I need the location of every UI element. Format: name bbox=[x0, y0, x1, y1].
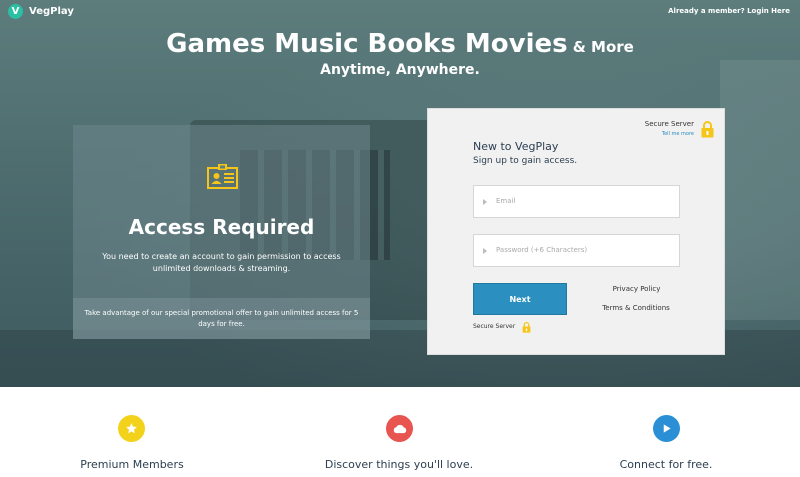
lock-icon bbox=[701, 121, 714, 138]
login-link[interactable]: Already a member? Login Here bbox=[668, 7, 790, 15]
brand-logo[interactable]: V VegPlay bbox=[8, 4, 74, 19]
lock-icon bbox=[522, 322, 531, 333]
headline-more: & More bbox=[572, 38, 634, 56]
play-icon bbox=[653, 415, 680, 442]
feature-premium-members: Premium Members bbox=[80, 458, 184, 471]
access-title: Access Required bbox=[128, 215, 315, 239]
signup-subtitle: Sign up to gain access. bbox=[473, 156, 578, 166]
signup-form: Secure Server Tell me more New to VegPla… bbox=[427, 108, 725, 355]
features-section: Premium Members Discover things you'll l… bbox=[0, 387, 800, 477]
hero-headline: Games Music Books Movies & More bbox=[0, 29, 800, 59]
hero-section: V VegPlay Already a member? Login Here G… bbox=[0, 0, 800, 387]
hero-subline: Anytime, Anywhere. bbox=[320, 62, 480, 78]
access-required-panel: Access Required You need to create an ac… bbox=[73, 125, 370, 339]
email-field[interactable]: Email bbox=[473, 185, 680, 218]
feature-connect: Connect for free. bbox=[619, 458, 713, 471]
password-placeholder: Password (+6 Characters) bbox=[496, 246, 588, 254]
terms-link[interactable]: Terms & Conditions bbox=[596, 304, 676, 312]
feature-discover: Discover things you'll love. bbox=[324, 458, 474, 471]
signup-title: New to VegPlay bbox=[473, 140, 559, 153]
secure-server-badge: Secure Server Tell me more bbox=[645, 120, 694, 137]
next-button[interactable]: Next bbox=[473, 283, 567, 315]
tell-me-more-link[interactable]: Tell me more bbox=[645, 131, 694, 137]
hero-background-window bbox=[720, 60, 800, 320]
caret-icon bbox=[483, 199, 487, 205]
brand-name: VegPlay bbox=[29, 6, 74, 17]
secure-server-label-bottom: Secure Server bbox=[473, 323, 516, 330]
promo-text: Take advantage of our special promotiona… bbox=[84, 309, 359, 328]
secure-server-label: Secure Server bbox=[644, 120, 694, 128]
privacy-policy-link[interactable]: Privacy Policy bbox=[608, 285, 665, 293]
logo-icon: V bbox=[8, 4, 23, 19]
password-field[interactable]: Password (+6 Characters) bbox=[473, 234, 680, 267]
email-placeholder: Email bbox=[496, 197, 516, 205]
id-badge-icon bbox=[207, 164, 238, 189]
cloud-icon bbox=[386, 415, 413, 442]
headline-main: Games Music Books Movies bbox=[166, 29, 568, 59]
caret-icon bbox=[483, 248, 487, 254]
access-description: You need to create an account to gain pe… bbox=[102, 252, 341, 273]
star-icon bbox=[118, 415, 145, 442]
